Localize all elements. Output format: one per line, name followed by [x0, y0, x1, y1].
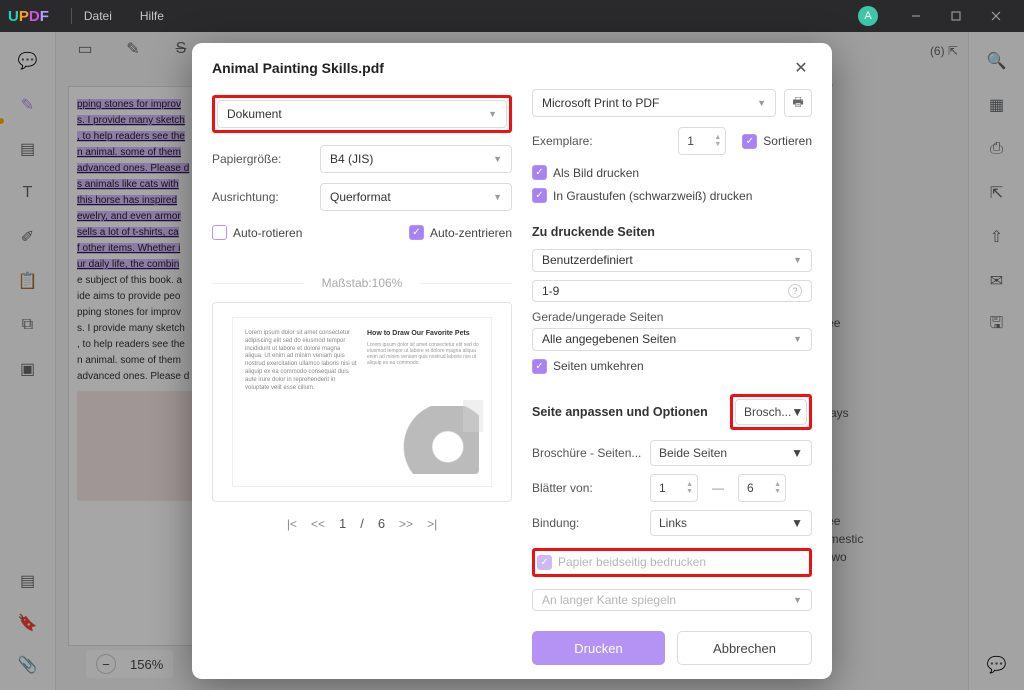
modal-overlay: Animal Painting Skills.pdf ✕ Dokument▼ P…	[0, 32, 1024, 690]
booklet-side-select[interactable]: Beide Seiten▼	[650, 440, 812, 466]
dialog-right-column: Microsoft Print to PDF▼ 🖶 Exemplare: 1▲▼…	[532, 89, 812, 665]
dialog-title: Animal Painting Skills.pdf	[212, 60, 384, 76]
page-range-input[interactable]: 1-9?	[532, 280, 812, 303]
odd-even-label: Gerade/ungerade Seiten	[532, 310, 812, 324]
sheets-from-stepper[interactable]: 1▲▼	[650, 474, 698, 502]
reverse-checkbox[interactable]: ✓Seiten umkehren	[532, 359, 812, 374]
print-preview: Lorem ipsum dolor sit amet consectetur a…	[212, 302, 512, 502]
pager-first-button[interactable]: |<	[287, 517, 297, 531]
titlebar: UPDF Datei Hilfe A	[0, 0, 1024, 32]
copies-stepper[interactable]: 1▲▼	[678, 127, 726, 155]
pager-last-button[interactable]: >|	[427, 517, 437, 531]
pages-header: Zu druckende Seiten	[532, 225, 812, 239]
print-button[interactable]: Drucken	[532, 631, 665, 665]
dialog-close-button[interactable]: ✕	[790, 57, 812, 79]
auto-rotate-checkbox[interactable]: ✓Auto-rotieren	[212, 225, 302, 240]
orientation-label: Ausrichtung:	[212, 190, 312, 204]
pager-current: 1	[339, 516, 346, 531]
app-logo: UPDF	[8, 8, 49, 25]
copies-label: Exemplare:	[532, 134, 670, 148]
maximize-icon[interactable]	[936, 2, 976, 30]
pager-prev-button[interactable]: <<	[311, 517, 325, 531]
sheets-label: Blätter von:	[532, 481, 642, 495]
app-body: 💬 ✎ ▤ T ✐ 📋 ⧉ ▣ ▤ 🔖 📎 ▭ ✎ S pping stones…	[0, 32, 1024, 690]
preview-pager: |< << 1 / 6 >> >|	[212, 516, 512, 531]
booklet-side-label: Broschüre - Seiten...	[532, 446, 642, 460]
fit-header: Seite anpassen und Optionen	[532, 405, 708, 419]
sort-checkbox[interactable]: ✓Sortieren	[742, 134, 812, 149]
menu-file[interactable]: Datei	[84, 9, 112, 23]
print-dialog: Animal Painting Skills.pdf ✕ Dokument▼ P…	[192, 43, 832, 679]
printer-select[interactable]: Microsoft Print to PDF▼	[532, 89, 776, 117]
paper-size-select[interactable]: B4 (JIS)▼	[320, 145, 512, 173]
paper-size-label: Papiergröße:	[212, 152, 312, 166]
grayscale-checkbox[interactable]: ✓In Graustufen (schwarzweiß) drucken	[532, 188, 812, 203]
cancel-button[interactable]: Abbrechen	[677, 631, 812, 665]
binding-label: Bindung:	[532, 516, 642, 530]
close-icon[interactable]	[976, 2, 1016, 30]
help-icon[interactable]: ?	[788, 284, 802, 298]
document-select[interactable]: Dokument▼	[217, 100, 507, 128]
menu-help[interactable]: Hilfe	[140, 9, 164, 23]
auto-center-checkbox[interactable]: ✓Auto-zentrieren	[409, 225, 512, 240]
page-range-type-select[interactable]: Benutzerdefiniert▼	[532, 249, 812, 272]
sheets-to-stepper[interactable]: 6▲▼	[738, 474, 786, 502]
duplex-checkbox[interactable]: ✓Papier beidseitig bedrucken	[537, 555, 706, 570]
printer-icon[interactable]: 🖶	[784, 89, 812, 117]
dialog-left-column: Dokument▼ Papiergröße: B4 (JIS)▼ Ausrich…	[212, 89, 512, 665]
orientation-select[interactable]: Querformat▼	[320, 183, 512, 211]
scale-label: Maßstab:106%	[212, 276, 512, 290]
pager-next-button[interactable]: >>	[399, 517, 413, 531]
avatar[interactable]: A	[858, 6, 878, 26]
odd-even-select[interactable]: Alle angegebenen Seiten▼	[532, 328, 812, 351]
as-image-checkbox[interactable]: ✓Als Bild drucken	[532, 165, 812, 180]
minimize-icon[interactable]	[896, 2, 936, 30]
binding-select[interactable]: Links▼	[650, 510, 812, 536]
pager-total: 6	[378, 516, 385, 531]
flip-select[interactable]: An langer Kante spiegeln▼	[532, 589, 812, 612]
fit-mode-select[interactable]: Brosch...▼	[735, 399, 807, 425]
